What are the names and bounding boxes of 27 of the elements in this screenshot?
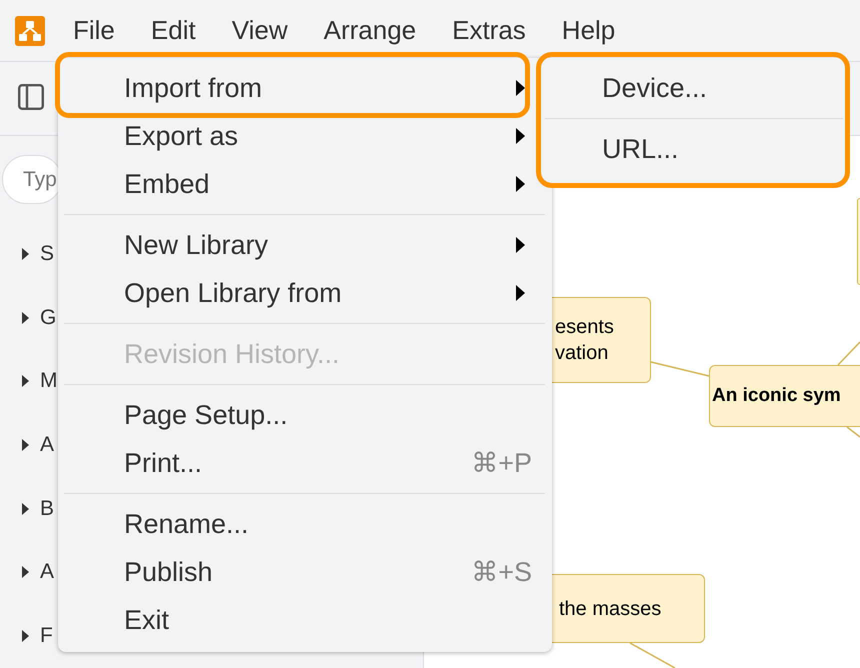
menu-item[interactable]: Exit xyxy=(58,596,552,644)
menu-item[interactable]: Print... ⌘+P xyxy=(58,439,552,487)
sidebar-section[interactable]: G xyxy=(0,286,56,350)
menu-title[interactable]: Help xyxy=(544,10,634,50)
sidebar-section[interactable]: B xyxy=(0,476,54,541)
menu-item[interactable]: New Library xyxy=(58,221,552,269)
sidebar-panel-icon[interactable] xyxy=(18,84,44,110)
menu-title[interactable]: File xyxy=(55,10,133,50)
sidebar-section[interactable]: A xyxy=(0,540,54,604)
sidebar-section[interactable]: A xyxy=(0,413,54,477)
menu-item[interactable]: Rename... xyxy=(58,500,552,548)
app-logo-icon xyxy=(15,16,45,46)
shortcut-label: ⌘+P xyxy=(471,448,532,478)
menu-title[interactable]: View xyxy=(214,10,306,50)
sidebar-section[interactable]: S xyxy=(0,222,54,286)
node-text: esents vation xyxy=(555,315,614,366)
menu-item[interactable]: Open Library from xyxy=(58,269,552,317)
menu-title[interactable]: Arrange xyxy=(306,10,434,50)
menu-item[interactable]: Publish ⌘+S xyxy=(58,548,552,596)
node-text: the masses xyxy=(559,596,662,622)
sidebar-section[interactable]: F xyxy=(0,604,53,668)
menu-title[interactable]: Edit xyxy=(132,10,214,50)
sidebar-section[interactable]: M xyxy=(0,350,58,414)
menu-item[interactable]: Page Setup... xyxy=(58,391,552,439)
menu-title[interactable]: Extras xyxy=(434,10,544,50)
shortcut-label: ⌘+S xyxy=(471,556,532,588)
node-text: An iconic sym xyxy=(712,384,841,408)
